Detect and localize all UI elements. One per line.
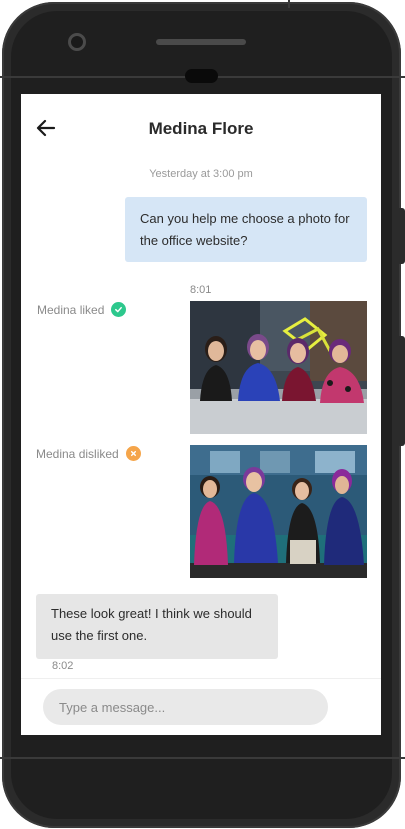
group-photo-image [190,445,367,578]
x-icon [125,446,141,461]
chat-title: Medina Flore [148,119,254,138]
photo-2[interactable] [190,445,367,578]
camera-icon [68,33,86,51]
frame-tick [288,0,290,8]
speaker-grille [156,39,246,45]
chat-header: Medina Flore [21,94,381,160]
sensor [185,69,218,83]
incoming-message-text: These look great! I think we should use … [51,606,252,643]
check-icon [111,302,127,317]
photo-time: 8:01 [190,284,212,296]
volume-up-button [397,208,405,264]
composer-bar [21,678,381,735]
outgoing-message-text: Can you help me choose a photo for the o… [140,211,350,248]
incoming-message-bubble: These look great! I think we should use … [36,594,278,659]
message-input[interactable] [43,689,328,725]
frame-line-bottom [0,757,405,759]
date-stamp: Yesterday at 3:00 pm [149,168,253,180]
power-button [397,336,405,446]
chat-screen: Medina Flore Yesterday at 3:00 pm Can yo… [21,94,381,735]
incoming-time: 8:02 [52,660,74,672]
reaction-disliked: Medina disliked [36,446,141,461]
reaction-label: Medina liked [37,302,105,317]
outgoing-message-bubble: Can you help me choose a photo for the o… [125,197,367,262]
group-photo-image [190,301,367,434]
reaction-label: Medina disliked [36,446,119,461]
reaction-liked: Medina liked [37,302,127,317]
photo-1[interactable] [190,301,367,434]
